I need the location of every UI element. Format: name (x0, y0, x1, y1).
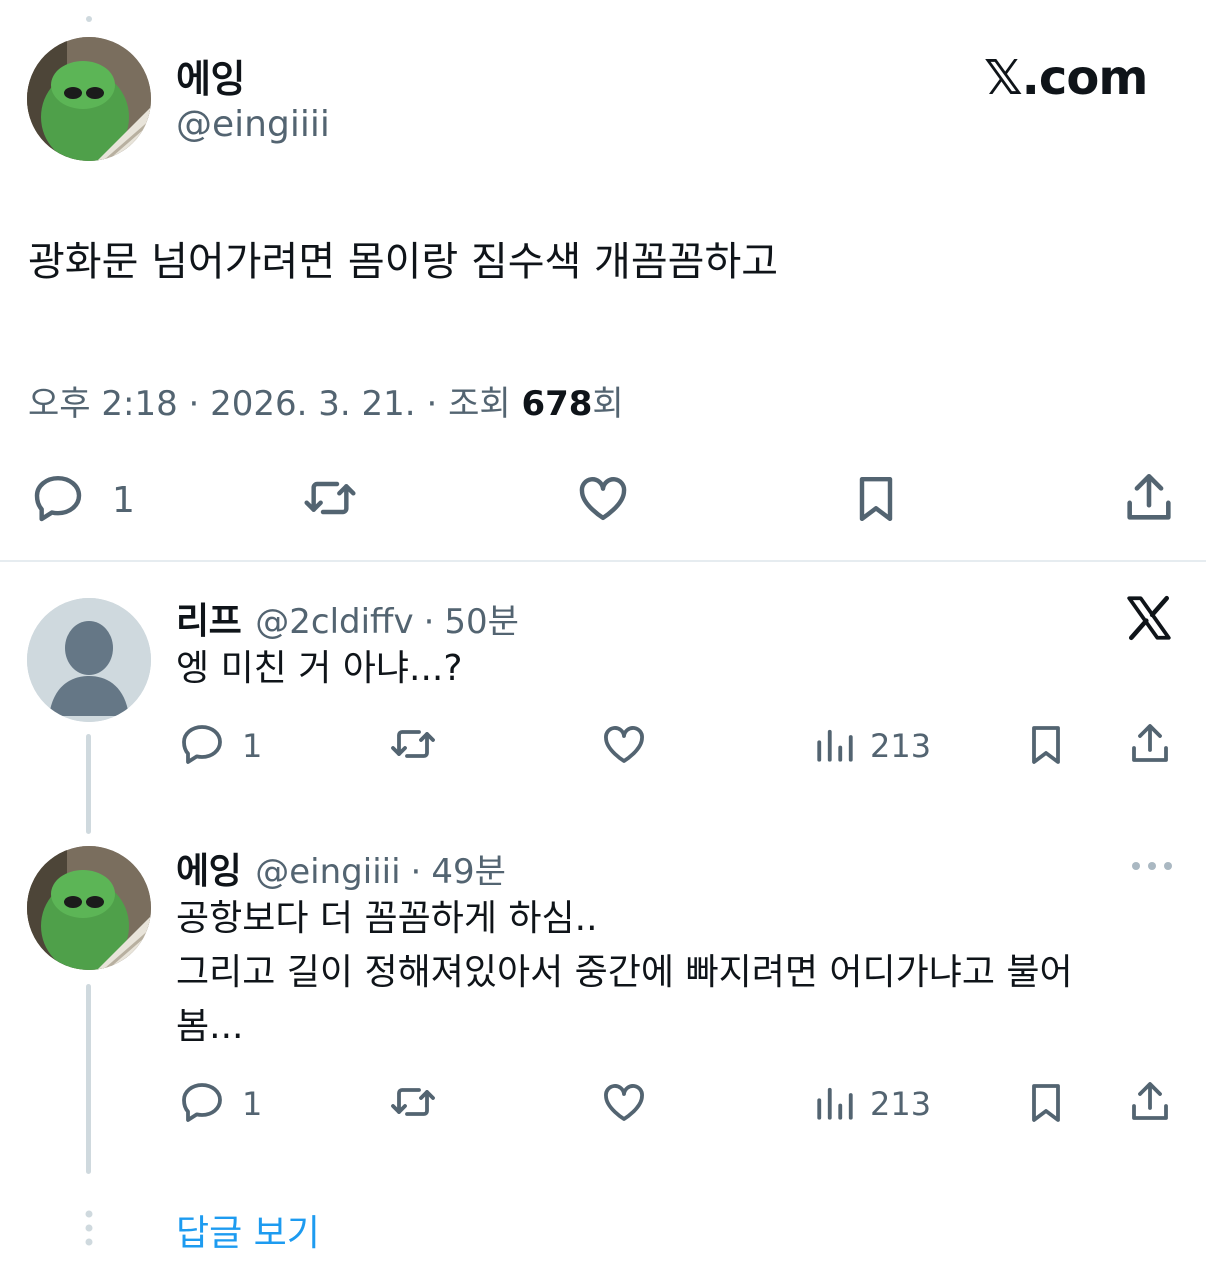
retweet-button[interactable] (386, 1078, 440, 1130)
reply-icon (176, 1078, 228, 1130)
analytics-bar-icon (814, 720, 856, 772)
section-divider (0, 560, 1206, 562)
reply-author-handle[interactable]: @2cldiffv (255, 602, 413, 642)
reply-header: 에잉 @eingiiii · 49분 (176, 842, 506, 894)
meta-separator: · (410, 852, 422, 892)
reply-count: 1 (242, 1085, 263, 1123)
reply-author-handle[interactable]: @eingiiii (255, 852, 400, 892)
retweet-button[interactable] (298, 470, 362, 530)
meta-separator: · (423, 602, 435, 642)
reply-count: 1 (112, 479, 135, 521)
views-label: 조회 (448, 384, 511, 424)
thread-line (86, 984, 91, 1174)
heart-icon (598, 1078, 650, 1130)
heart-icon (598, 720, 650, 772)
thread-top-dot (86, 16, 92, 22)
reply-button[interactable]: 1 (176, 1078, 262, 1130)
retweet-icon (386, 720, 440, 772)
bookmark-icon (1022, 720, 1070, 774)
view-count: 213 (870, 1085, 932, 1123)
share-icon (1126, 718, 1174, 774)
meta-separator: · (426, 384, 438, 424)
bookmark-button[interactable] (1022, 720, 1070, 774)
views-button[interactable]: 213 (814, 1078, 931, 1130)
x-com-logo[interactable]: 𝕏.com (984, 50, 1148, 106)
tweet-time[interactable]: 오후 2:18 (28, 384, 178, 424)
reply-text: 엥 미친 거 아냐...? (176, 648, 463, 689)
thread-line (86, 734, 91, 834)
reply-text-line: 공항보다 더 꼼꼼하게 하심.. (176, 898, 598, 939)
show-replies-link[interactable]: 답글 보기 (176, 1204, 320, 1256)
analytics-bar-icon (814, 1078, 856, 1130)
share-button[interactable] (1126, 1076, 1174, 1132)
author-handle[interactable]: @eingiiii (176, 104, 330, 145)
reply-text-line: 봄... (176, 1006, 244, 1047)
reply-text: 공항보다 더 꼼꼼하게 하심.. 그리고 길이 정해져있아서 중간에 빠지려면 … (176, 892, 1166, 1054)
retweet-icon (386, 1078, 440, 1130)
reply-button[interactable]: 1 (176, 720, 262, 772)
reply-author-name[interactable]: 에잉 (176, 842, 242, 894)
bookmark-button[interactable] (1022, 1078, 1070, 1132)
bookmark-icon (1022, 1078, 1070, 1132)
meta-separator: · (188, 384, 200, 424)
views-button[interactable]: 213 (814, 720, 931, 772)
tweet-text: 광화문 넘어가려면 몸이랑 짐수색 개꼼꼼하고 (28, 239, 779, 285)
share-button[interactable] (1126, 718, 1174, 774)
reply-icon (176, 720, 228, 772)
reply-avatar-default[interactable] (27, 598, 151, 722)
share-icon (1126, 1076, 1174, 1132)
reply-age[interactable]: 50분 (444, 594, 519, 643)
like-button[interactable] (572, 470, 634, 530)
retweet-icon (298, 470, 362, 530)
reply-icon (28, 470, 88, 530)
like-button[interactable] (598, 720, 650, 772)
retweet-button[interactable] (386, 720, 440, 772)
view-count: 213 (870, 727, 932, 765)
reply-age[interactable]: 49분 (431, 844, 506, 893)
share-button[interactable] (1120, 468, 1178, 532)
share-icon (1120, 468, 1178, 532)
reply-text-line: 그리고 길이 정해져있아서 중간에 빠지려면 어디가냐고 불어 (176, 952, 1073, 993)
like-button[interactable] (598, 1078, 650, 1130)
tweet-date[interactable]: 2026. 3. 21. (210, 384, 415, 424)
more-options-icon[interactable] (1128, 856, 1176, 880)
more-replies-dots-icon (85, 1210, 93, 1250)
reply-button[interactable]: 1 (28, 470, 135, 530)
reply-count: 1 (242, 727, 263, 765)
reply-header: 리프 @2cldiffv · 50분 (176, 592, 519, 644)
author-name[interactable]: 에잉 (176, 48, 245, 103)
reply-avatar-author[interactable] (27, 846, 151, 970)
reply-author-name[interactable]: 리프 (176, 592, 242, 644)
bookmark-icon (848, 470, 904, 532)
tweet-meta: 오후 2:18 · 2026. 3. 21. · 조회 678회 (28, 376, 624, 425)
bookmark-button[interactable] (848, 470, 904, 532)
heart-icon (572, 470, 634, 530)
views-suffix: 회 (592, 384, 624, 424)
author-avatar[interactable] (27, 37, 151, 161)
x-logo-icon[interactable] (1124, 592, 1174, 648)
views-count[interactable]: 678 (521, 384, 592, 424)
